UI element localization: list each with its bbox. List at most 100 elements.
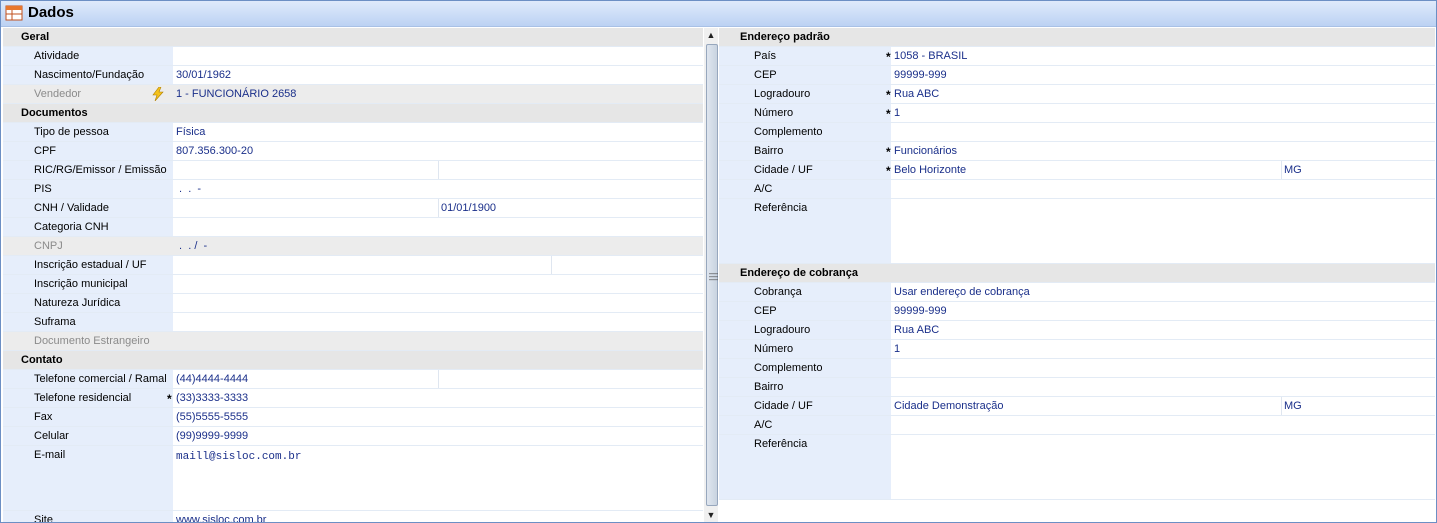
right-panel: Endereço padrão País * 1058 - BRASIL CEP… — [719, 28, 1435, 522]
field-cpf[interactable]: CPF 807.356.300-20 — [3, 142, 703, 161]
field-bairro[interactable]: Bairro * Funcionários — [719, 142, 1435, 161]
field-inscricao-municipal[interactable]: Inscrição municipal — [3, 275, 703, 294]
field-label: Categoria CNH — [34, 221, 109, 233]
section-endereco-cobranca[interactable]: Endereço de cobrança — [719, 264, 1435, 283]
field-cep-cobranca[interactable]: CEP 99999-999 — [719, 302, 1435, 321]
field-value[interactable]: Rua ABC — [894, 324, 939, 336]
required-marker: * — [167, 392, 172, 406]
field-value[interactable]: (99)9999-9999 — [176, 430, 248, 442]
field-telefone-residencial[interactable]: Telefone residencial * (33)3333-3333 — [3, 389, 703, 408]
section-header: Endereço de cobrança — [740, 267, 858, 279]
field-value[interactable]: 99999-999 — [894, 305, 947, 317]
field-label: Número — [754, 107, 794, 119]
field-fax[interactable]: Fax (55)5555-5555 — [3, 408, 703, 427]
field-ric[interactable]: RIC/RG/Emissor / Emissão — [3, 161, 703, 180]
field-documento-estrangeiro[interactable]: Documento Estrangeiro — [3, 332, 703, 351]
field-cidade-uf-cobranca[interactable]: Cidade / UF Cidade Demonstração MG — [719, 397, 1435, 416]
cell-divider — [438, 199, 439, 217]
section-header: Geral — [21, 31, 50, 43]
field-natureza-juridica[interactable]: Natureza Jurídica — [3, 294, 703, 313]
field-value[interactable]: 807.356.300-20 — [176, 145, 253, 157]
field-value[interactable]: Funcionários — [894, 145, 957, 157]
field-telefone-comercial[interactable]: Telefone comercial / Ramal (44)4444-4444 — [3, 370, 703, 389]
field-nascimento[interactable]: Nascimento/Fundação 30/01/1962 — [3, 66, 703, 85]
field-label: Documento Estrangeiro — [34, 335, 150, 347]
field-label: Tipo de pessoa — [34, 126, 109, 138]
required-marker: * — [886, 107, 891, 121]
lightning-icon[interactable] — [152, 87, 164, 101]
field-label: A/C — [754, 183, 773, 195]
section-contato[interactable]: Contato — [3, 351, 703, 370]
field-site[interactable]: Site www.sisloc.com.br — [3, 511, 703, 522]
field-value[interactable]: Usar endereço de cobrança — [894, 286, 1030, 298]
field-cnpj[interactable]: CNPJ . . / - — [3, 237, 703, 256]
field-value[interactable]: 1 — [894, 107, 900, 119]
field-value[interactable]: 99999-999 — [894, 69, 947, 81]
field-value[interactable]: Rua ABC — [894, 88, 939, 100]
uf-value[interactable]: MG — [1284, 164, 1302, 176]
field-ac-cobranca[interactable]: A/C — [719, 416, 1435, 435]
field-value[interactable]: 1 — [894, 343, 900, 355]
field-value[interactable]: 30/01/1962 — [176, 69, 231, 81]
field-label: Referência — [754, 438, 808, 450]
field-bairro-cobranca[interactable]: Bairro — [719, 378, 1435, 397]
section-endereco-padrao[interactable]: Endereço padrão — [719, 28, 1435, 47]
field-numero-cobranca[interactable]: Número 1 — [719, 340, 1435, 359]
field-label: Inscrição estadual / UF — [34, 259, 147, 271]
required-marker: * — [886, 88, 891, 102]
field-value[interactable]: Cidade Demonstração — [894, 400, 1003, 412]
cell-divider — [438, 370, 439, 388]
field-value[interactable]: 1058 - BRASIL — [894, 50, 967, 62]
field-complemento-cobranca[interactable]: Complemento — [719, 359, 1435, 378]
field-complemento[interactable]: Complemento — [719, 123, 1435, 142]
arrow-up-icon[interactable]: ▲ — [704, 28, 718, 42]
arrow-down-icon[interactable]: ▼ — [704, 508, 718, 522]
uf-value[interactable]: MG — [1284, 400, 1302, 412]
field-referencia[interactable]: Referência — [719, 199, 1435, 264]
field-value[interactable]: Belo Horizonte — [894, 164, 966, 176]
field-atividade[interactable]: Atividade — [3, 47, 703, 66]
field-value[interactable]: (55)5555-5555 — [176, 411, 248, 423]
field-value[interactable]: . . - — [176, 183, 201, 195]
field-numero[interactable]: Número * 1 — [719, 104, 1435, 123]
field-logradouro-cobranca[interactable]: Logradouro Rua ABC — [719, 321, 1435, 340]
field-celular[interactable]: Celular (99)9999-9999 — [3, 427, 703, 446]
field-tipo-pessoa[interactable]: Tipo de pessoa Física — [3, 123, 703, 142]
field-pais[interactable]: País * 1058 - BRASIL — [719, 47, 1435, 66]
field-referencia-cobranca[interactable]: Referência — [719, 435, 1435, 500]
field-value[interactable]: Física — [176, 126, 205, 138]
field-value[interactable]: (33)3333-3333 — [176, 392, 248, 404]
field-suframa[interactable]: Suframa — [3, 313, 703, 332]
field-value[interactable]: maill@sisloc.com.br — [176, 451, 301, 463]
field-value[interactable]: (44)4444-4444 — [176, 373, 248, 385]
cell-divider — [1281, 397, 1282, 415]
field-value[interactable]: . . / - — [176, 240, 207, 252]
field-vendedor[interactable]: Vendedor 1 - FUNCIONÁRIO 2658 — [3, 85, 703, 104]
field-ac[interactable]: A/C — [719, 180, 1435, 199]
left-panel: Geral Atividade Nascimento/Fundação 30/0… — [3, 28, 703, 522]
field-cobranca[interactable]: Cobrança Usar endereço de cobrança — [719, 283, 1435, 302]
field-label: E-mail — [34, 449, 66, 461]
section-geral[interactable]: Geral — [3, 28, 703, 47]
field-cnh[interactable]: CNH / Validade 01/01/1900 — [3, 199, 703, 218]
title-bar: Dados — [1, 1, 1436, 27]
section-documentos[interactable]: Documentos — [3, 104, 703, 123]
field-cep[interactable]: CEP 99999-999 — [719, 66, 1435, 85]
field-logradouro[interactable]: Logradouro * Rua ABC — [719, 85, 1435, 104]
field-email[interactable]: E-mail maill@sisloc.com.br — [3, 446, 703, 511]
field-cidade-uf[interactable]: Cidade / UF * Belo Horizonte MG — [719, 161, 1435, 180]
section-header: Contato — [21, 354, 63, 366]
field-label: Cidade / UF — [754, 164, 813, 176]
field-value[interactable]: www.sisloc.com.br — [176, 514, 266, 522]
cnh-validade-value[interactable]: 01/01/1900 — [441, 202, 496, 214]
field-categoria-cnh[interactable]: Categoria CNH — [3, 218, 703, 237]
field-label: Logradouro — [754, 88, 811, 100]
field-value[interactable]: 1 - FUNCIONÁRIO 2658 — [176, 88, 296, 100]
field-inscricao-estadual[interactable]: Inscrição estadual / UF — [3, 256, 703, 275]
field-label: Telefone residencial — [34, 392, 132, 404]
field-label: Vendedor — [34, 88, 82, 100]
grip-icon: — — — — [709, 268, 718, 284]
field-pis[interactable]: PIS . . - — [3, 180, 703, 199]
scrollbar-thumb[interactable]: — — — — [706, 44, 718, 506]
vertical-scrollbar[interactable]: ▲ — — — ▼ — [704, 28, 718, 522]
